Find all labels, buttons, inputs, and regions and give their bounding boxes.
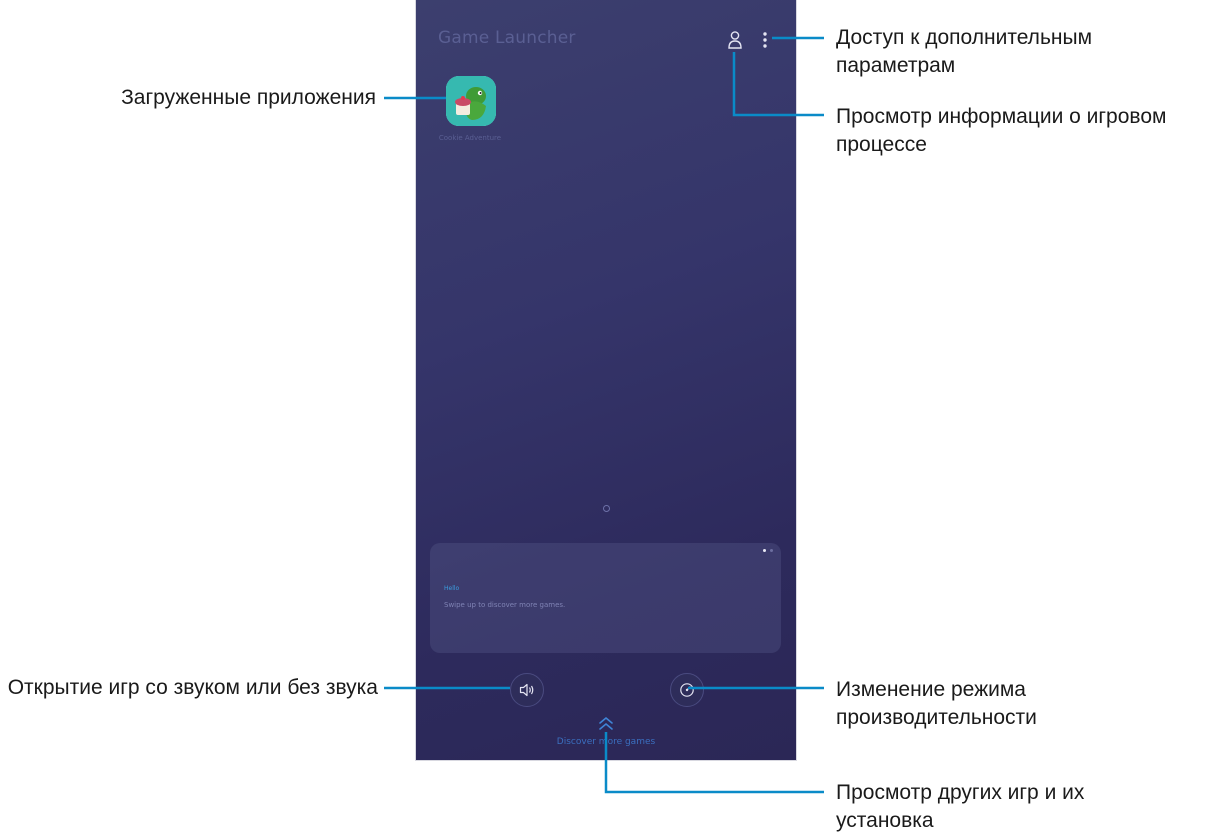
callout-performance: Изменение режима производительности (836, 678, 1037, 729)
callout-more-options: Доступ к дополнительным параметрам (836, 26, 1093, 77)
callout-profile: Просмотр информации о игровом процессе (836, 105, 1167, 156)
callout-line-discover (604, 732, 824, 794)
callout-line-profile (732, 52, 824, 117)
callout-discover: Просмотр других игр и их установка (836, 781, 1085, 832)
callout-installed-apps: Загруженные приложения (121, 86, 376, 109)
callout-sound: Открытие игр со звуком или без звука (7, 676, 378, 699)
